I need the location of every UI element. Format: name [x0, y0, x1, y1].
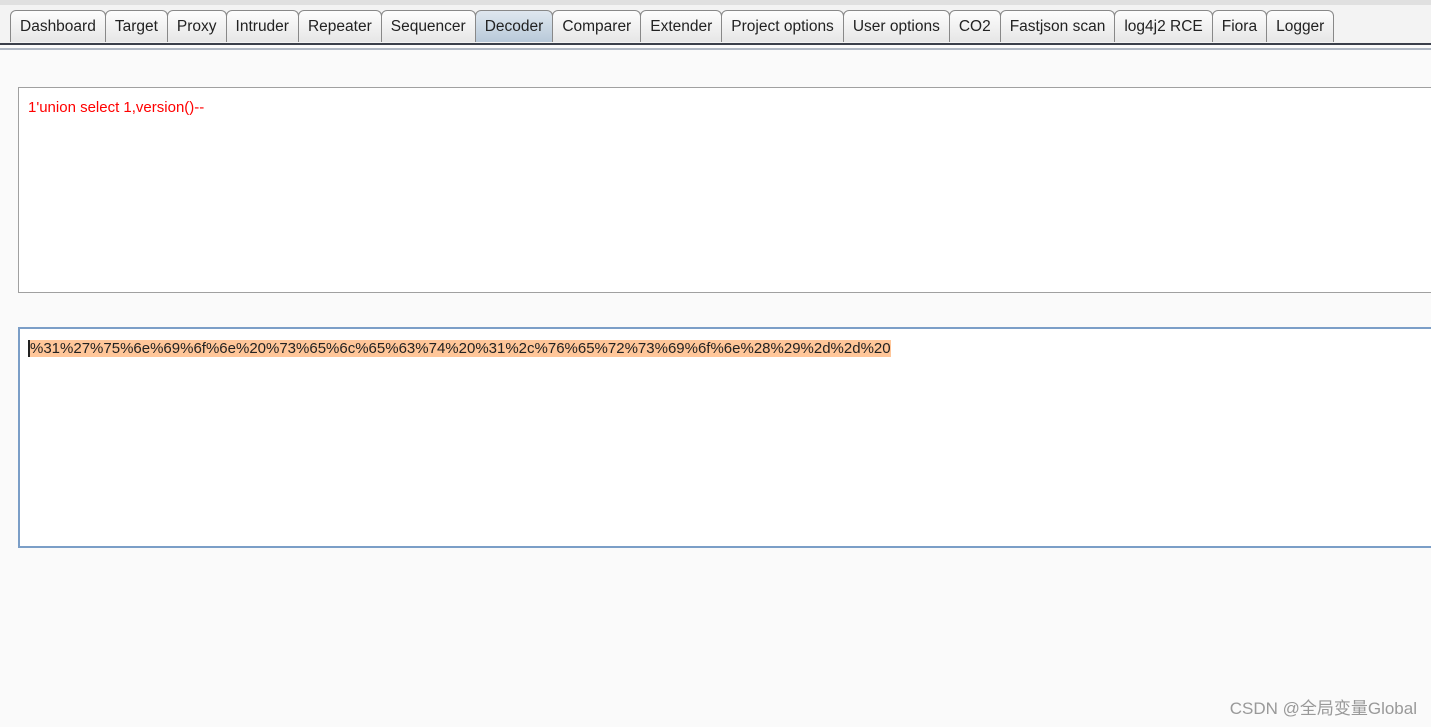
tab-target[interactable]: Target	[104, 10, 168, 42]
watermark: CSDN @全局变量Global	[1229, 699, 1417, 718]
tab-decoder[interactable]: Decoder	[474, 10, 554, 42]
tab-fastjson-scan[interactable]: Fastjson scan	[999, 10, 1116, 42]
tab-user-options[interactable]: User options	[842, 10, 950, 42]
tab-co2[interactable]: CO2	[948, 10, 1001, 42]
tab-extender[interactable]: Extender	[640, 10, 723, 42]
tab-log4j2-rce[interactable]: log4j2 RCE	[1114, 10, 1213, 42]
tab-comparer[interactable]: Comparer	[552, 10, 642, 42]
tab-dashboard[interactable]: Dashboard	[10, 10, 106, 42]
decoder-input-editor[interactable]: 1'union select 1,version()--	[18, 87, 1431, 293]
divider	[0, 43, 1431, 45]
divider	[0, 48, 1431, 50]
input-text: 1'union select 1,version()--	[28, 99, 205, 116]
output-text-selected: %31%27%75%6e%69%6f%6e%20%73%65%6c%65%63%…	[28, 340, 891, 357]
decoder-output-editor[interactable]: %31%27%75%6e%69%6f%6e%20%73%65%6c%65%63%…	[18, 327, 1431, 548]
tab-bar: Dashboard Target Proxy Intruder Repeater Sequ…	[0, 0, 1431, 44]
tab-sequencer[interactable]: Sequencer	[380, 10, 476, 42]
tab-repeater[interactable]: Repeater	[297, 10, 382, 42]
tab-intruder[interactable]: Intruder	[225, 10, 299, 42]
tab-project-options[interactable]: Project options	[721, 10, 844, 42]
tab-logger[interactable]: Logger	[1266, 10, 1335, 42]
tab-fiora[interactable]: Fiora	[1211, 10, 1268, 42]
tab-proxy[interactable]: Proxy	[166, 10, 227, 42]
